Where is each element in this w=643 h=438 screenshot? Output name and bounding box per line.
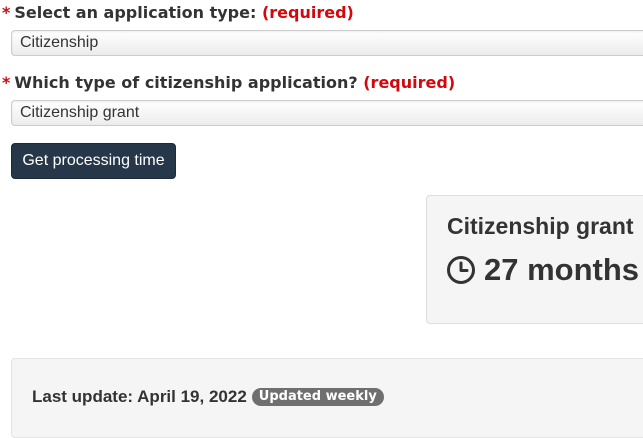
application-type-select[interactable]: Citizenship: [11, 30, 643, 56]
result-title: Citizenship grant: [447, 213, 634, 239]
get-processing-time-button[interactable]: Get processing time: [11, 143, 176, 179]
processing-time-result-card: Citizenship grant 27 months: [426, 195, 643, 324]
required-asterisk: *: [2, 3, 11, 22]
application-type-label: * Select an application type: (required): [2, 3, 354, 22]
clock-icon: [447, 256, 475, 284]
citizenship-type-selected-value: Citizenship grant: [20, 104, 140, 121]
application-type-label-text: Select an application type:: [14, 3, 257, 22]
citizenship-type-select[interactable]: Citizenship grant: [11, 100, 643, 126]
required-indicator: (required): [363, 73, 456, 92]
required-asterisk: *: [2, 73, 11, 92]
last-update-text: Last update: April 19, 2022: [32, 387, 247, 406]
last-update: Last update: April 19, 2022 Updated week…: [32, 387, 384, 407]
processing-time-value: 27 months: [484, 252, 640, 287]
updated-weekly-badge: Updated weekly: [251, 388, 384, 406]
citizenship-type-label: * Which type of citizenship application? …: [2, 73, 455, 92]
citizenship-type-label-text: Which type of citizenship application?: [14, 73, 358, 92]
application-type-selected-value: Citizenship: [20, 34, 99, 51]
last-update-panel: Last update: April 19, 2022 Updated week…: [11, 358, 643, 438]
required-indicator: (required): [261, 3, 354, 22]
processing-time: 27 months: [446, 252, 639, 288]
